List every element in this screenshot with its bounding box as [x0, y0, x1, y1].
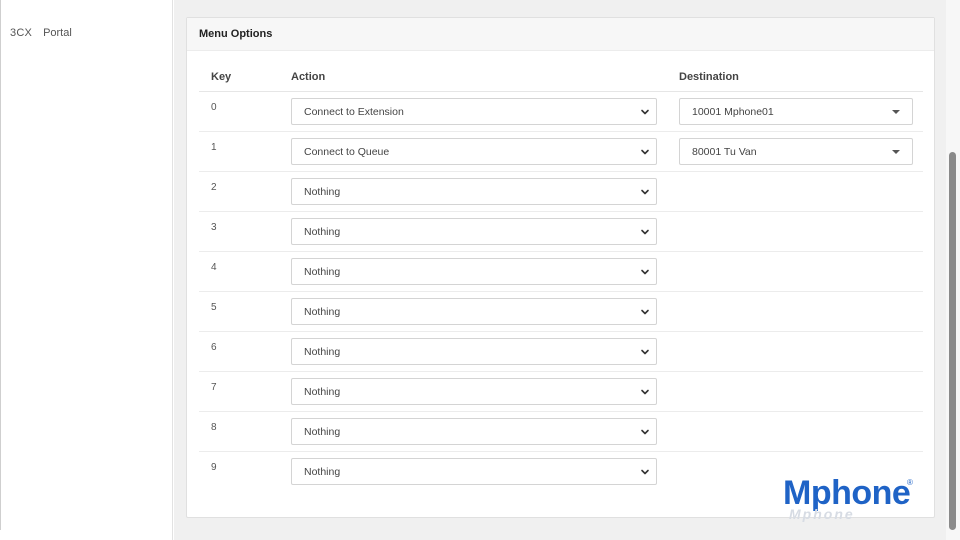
chevron-down-icon: [640, 227, 650, 237]
action-select-value: Connect to Extension: [304, 106, 404, 118]
column-header-destination: Destination: [679, 71, 739, 83]
action-select-value: Nothing: [304, 186, 341, 198]
action-select-value: Nothing: [304, 226, 341, 238]
action-select[interactable]: Nothing: [291, 218, 657, 245]
table-row: 2 Nothing: [199, 172, 923, 212]
chevron-down-icon: [640, 467, 650, 477]
action-select[interactable]: Connect to Queue: [291, 138, 657, 165]
action-select-value: Nothing: [304, 346, 341, 358]
table-header: Key Action Destination: [199, 60, 923, 92]
action-select[interactable]: Nothing: [291, 298, 657, 325]
table-row: 0 Connect to Extension 10001 Mphone01: [199, 92, 923, 132]
row-key: 6: [211, 342, 217, 353]
table-row: 4 Nothing: [199, 252, 923, 292]
brand-portal-label: Portal: [43, 27, 72, 39]
action-select[interactable]: Connect to Extension: [291, 98, 657, 125]
chevron-down-icon: [640, 307, 650, 317]
menu-options-table: Key Action Destination 0 Connect to Exten…: [199, 60, 923, 492]
action-select-value: Nothing: [304, 386, 341, 398]
destination-select[interactable]: 10001 Mphone01: [679, 98, 913, 125]
scrollbar-thumb[interactable]: [949, 152, 956, 530]
table-row: 8 Nothing: [199, 412, 923, 452]
caret-down-icon: [892, 110, 900, 114]
watermark-text: Mphone: [783, 474, 911, 512]
chevron-down-icon: [640, 427, 650, 437]
chevron-down-icon: [640, 347, 650, 357]
chevron-down-icon: [640, 267, 650, 277]
row-key: 5: [211, 302, 217, 313]
chevron-down-icon: [640, 387, 650, 397]
column-header-key: Key: [211, 71, 232, 83]
action-select-value: Nothing: [304, 426, 341, 438]
left-sidebar: 3CX Portal: [0, 0, 173, 540]
column-header-action: Action: [291, 71, 326, 83]
destination-select-value: 80001 Tu Van: [692, 146, 757, 158]
action-select[interactable]: Nothing: [291, 258, 657, 285]
watermark-reflection: Mphone: [789, 506, 855, 522]
action-select[interactable]: Nothing: [291, 378, 657, 405]
chevron-down-icon: [640, 187, 650, 197]
table-row: 7 Nothing: [199, 372, 923, 412]
destination-select-value: 10001 Mphone01: [692, 106, 774, 118]
sidebar-edge: [0, 0, 1, 530]
row-key: 1: [211, 142, 217, 153]
action-select[interactable]: Nothing: [291, 418, 657, 445]
row-key: 4: [211, 262, 217, 273]
action-select[interactable]: Nothing: [291, 178, 657, 205]
row-key: 2: [211, 182, 217, 193]
menu-options-panel: Menu Options Key Action Destination 0 Con…: [186, 17, 935, 518]
brand-logo: 3CX: [10, 27, 32, 39]
action-select-value: Connect to Queue: [304, 146, 390, 158]
panel-title: Menu Options: [187, 18, 934, 51]
row-key: 9: [211, 462, 217, 473]
registered-mark: ®: [907, 478, 913, 487]
row-key: 7: [211, 382, 217, 393]
table-row: 6 Nothing: [199, 332, 923, 372]
action-select-value: Nothing: [304, 266, 341, 278]
chevron-down-icon: [640, 147, 650, 157]
mphone-watermark: Mphone ® Mphone: [783, 474, 923, 522]
table-row: 5 Nothing: [199, 292, 923, 332]
brand[interactable]: 3CX Portal: [10, 27, 72, 39]
row-key: 0: [211, 102, 217, 113]
row-key: 3: [211, 222, 217, 233]
destination-select[interactable]: 80001 Tu Van: [679, 138, 913, 165]
page-scrollbar[interactable]: [946, 0, 960, 540]
row-key: 8: [211, 422, 217, 433]
table-row: 1 Connect to Queue 80001 Tu Van: [199, 132, 923, 172]
action-select[interactable]: Nothing: [291, 458, 657, 485]
chevron-down-icon: [640, 107, 650, 117]
table-body: 0 Connect to Extension 10001 Mphone01 1 Conn…: [199, 92, 923, 492]
action-select[interactable]: Nothing: [291, 338, 657, 365]
caret-down-icon: [892, 150, 900, 154]
table-row: 3 Nothing: [199, 212, 923, 252]
action-select-value: Nothing: [304, 466, 341, 478]
action-select-value: Nothing: [304, 306, 341, 318]
